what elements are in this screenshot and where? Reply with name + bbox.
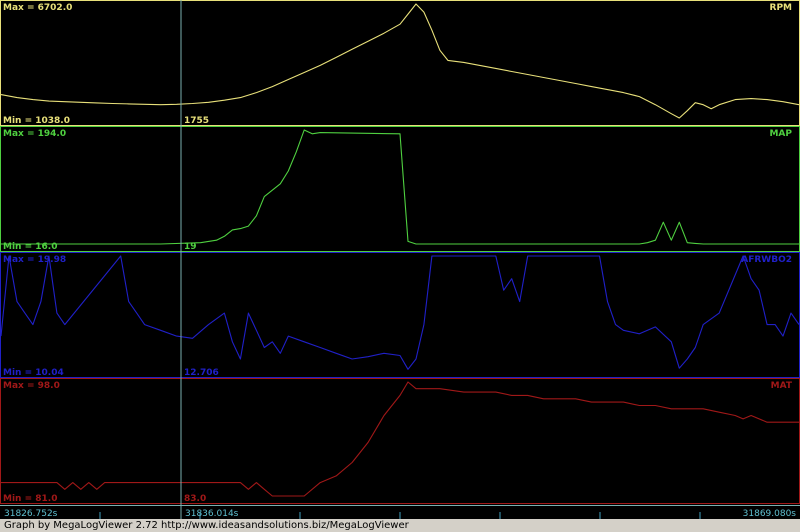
series-line-afrwbo2 — [0, 255, 800, 370]
cursor-value-rpm: 1755 — [184, 116, 209, 126]
series-line-rpm — [0, 3, 800, 119]
cursor-value-map: 19 — [184, 242, 197, 252]
footer-credit: Graph by MegaLogViewer 2.72 http://www.i… — [0, 519, 800, 532]
min-label-mat: Min = 81.0 — [3, 494, 57, 504]
series-name-map: MAP — [769, 129, 792, 139]
time-start-label: 31826.752s — [4, 509, 58, 519]
series-name-rpm: RPM — [770, 3, 793, 13]
max-label-afrwbo2: Max = 19.98 — [3, 255, 66, 265]
time-end-label: 31869.080s — [743, 509, 797, 519]
series-name-mat: MAT — [771, 381, 793, 391]
series-line-mat — [1, 381, 799, 497]
log-viewer: Max = 6702.0 Min = 1038.0 RPM 1755 Max = 194… — [0, 0, 800, 532]
series-line-map — [1, 129, 799, 245]
min-label-rpm: Min = 1038.0 — [3, 116, 70, 126]
max-label-rpm: Max = 6702.0 — [3, 3, 72, 13]
panel-frame-mat — [0, 378, 800, 504]
chart-svg: Max = 6702.0 Min = 1038.0 RPM 1755 Max = 194… — [0, 0, 800, 519]
time-cursor-label: 31836.014s — [185, 509, 239, 519]
max-label-mat: Max = 98.0 — [3, 381, 60, 391]
series-name-afrwbo2: AFRWBO2 — [741, 255, 792, 265]
max-label-map: Max = 194.0 — [3, 129, 66, 139]
min-label-map: Min = 16.0 — [3, 242, 57, 252]
min-label-afrwbo2: Min = 10.04 — [3, 368, 64, 378]
panel-frame-afrwbo2 — [0, 252, 800, 378]
cursor-value-afrwbo2: 12.706 — [184, 368, 219, 378]
panel-frame-rpm — [0, 0, 800, 126]
cursor-value-mat: 83.0 — [184, 494, 206, 504]
panel-frame-map — [0, 126, 800, 252]
